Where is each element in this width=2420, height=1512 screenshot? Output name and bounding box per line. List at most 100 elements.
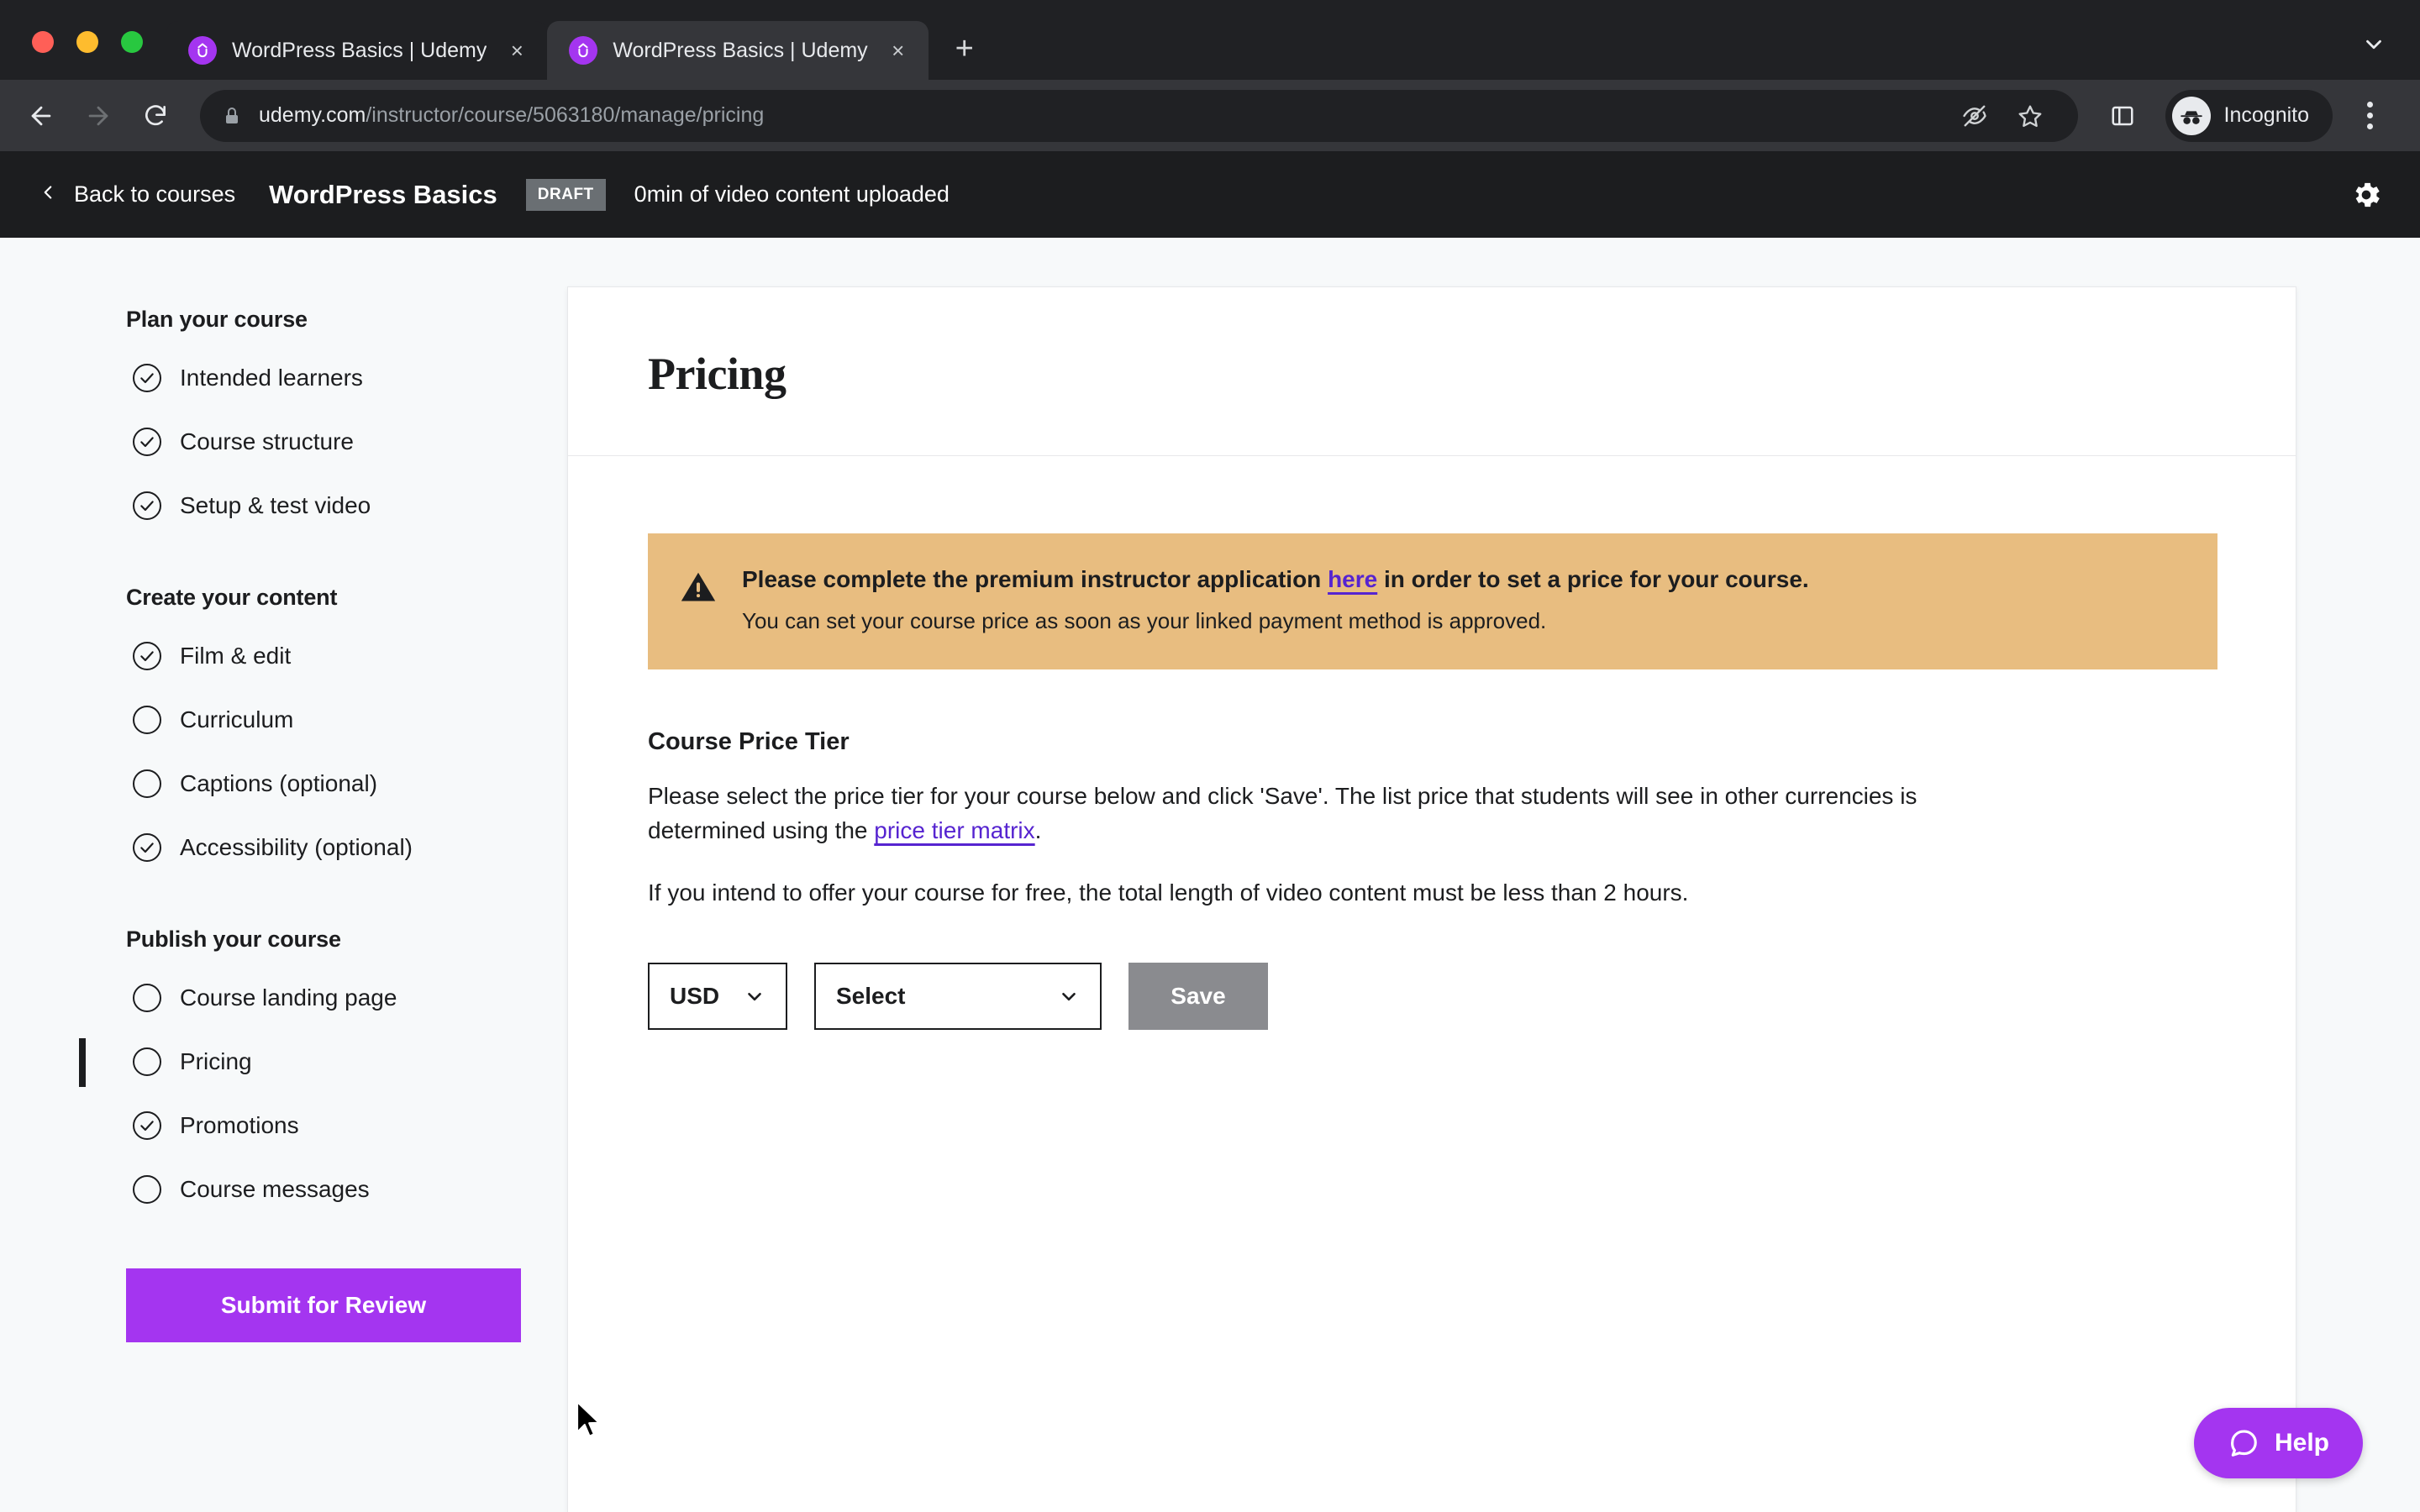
sidebar-item-intended-learners[interactable]: Intended learners bbox=[126, 346, 567, 410]
browser-tab-2[interactable]: WordPress Basics | Udemy × bbox=[547, 21, 929, 80]
sidebar-item-course-messages[interactable]: Course messages bbox=[126, 1158, 567, 1221]
reload-icon[interactable] bbox=[129, 90, 182, 142]
sidebar-item-label: Course landing page bbox=[180, 984, 397, 1011]
sidebar-item-course-structure[interactable]: Course structure bbox=[126, 410, 567, 474]
url-path: /instructor/course/5063180/manage/pricin… bbox=[366, 103, 765, 127]
price-tier-description: Please select the price tier for your co… bbox=[648, 780, 1946, 848]
sidebar-item-captions[interactable]: Captions (optional) bbox=[126, 752, 567, 816]
profile-chip[interactable]: Incognito bbox=[2165, 89, 2333, 142]
window-controls bbox=[0, 31, 166, 80]
sidebar-group-heading: Plan your course bbox=[126, 307, 308, 332]
page-title: Pricing bbox=[648, 349, 786, 399]
udemy-logo-icon bbox=[188, 36, 217, 65]
price-tier-value: Select bbox=[836, 982, 906, 1009]
active-indicator bbox=[79, 1038, 86, 1087]
empty-circle-icon bbox=[133, 706, 161, 734]
submit-for-review-button[interactable]: Submit for Review bbox=[126, 1268, 521, 1342]
sidebar-item-label: Accessibility (optional) bbox=[180, 834, 413, 860]
sidebar-item-label: Setup & test video bbox=[180, 492, 371, 518]
sidebar-item-label: Course messages bbox=[180, 1176, 370, 1202]
alert-secondary-text: You can set your course price as soon as… bbox=[742, 607, 1547, 633]
close-icon[interactable]: × bbox=[502, 35, 532, 66]
sidebar-item-curriculum[interactable]: Curriculum bbox=[126, 688, 567, 752]
sidebar-item-pricing[interactable]: Pricing bbox=[79, 1030, 567, 1094]
sidebar-item-label: Pricing bbox=[180, 1048, 252, 1074]
sidebar-item-label: Intended learners bbox=[180, 365, 363, 391]
alert-text-before: Please complete the premium instructor a… bbox=[742, 566, 1328, 592]
sidebar-item-setup-test-video[interactable]: Setup & test video bbox=[126, 474, 567, 538]
upload-status-text: 0min of video content uploaded bbox=[634, 181, 950, 207]
omnibox-actions bbox=[1949, 90, 2056, 142]
tab-strip: WordPress Basics | Udemy × WordPress Bas… bbox=[0, 0, 2420, 80]
check-circle-icon bbox=[133, 642, 161, 670]
warning-triangle-icon bbox=[680, 569, 717, 610]
lock-icon bbox=[222, 106, 242, 126]
tab-title: WordPress Basics | Udemy bbox=[613, 38, 868, 62]
sidebar-item-course-landing-page[interactable]: Course landing page bbox=[126, 966, 567, 1030]
udemy-logo-icon bbox=[569, 36, 598, 65]
chevron-down-icon[interactable] bbox=[2361, 32, 2386, 61]
empty-circle-icon bbox=[133, 1175, 161, 1204]
eye-off-icon[interactable] bbox=[1949, 90, 2001, 142]
incognito-icon bbox=[2171, 96, 2211, 135]
check-circle-icon bbox=[133, 1111, 161, 1140]
kebab-menu-icon[interactable] bbox=[2346, 92, 2393, 139]
sidebar-item-label: Course structure bbox=[180, 428, 354, 454]
star-icon[interactable] bbox=[2004, 90, 2056, 142]
sidebar-item-label: Curriculum bbox=[180, 706, 294, 732]
address-bar[interactable]: udemy.com/instructor/course/5063180/mana… bbox=[200, 89, 2078, 142]
profile-label: Incognito bbox=[2223, 103, 2309, 127]
course-title: WordPress Basics bbox=[269, 179, 497, 209]
help-button[interactable]: Help bbox=[2193, 1408, 2363, 1478]
price-tier-select[interactable]: Select bbox=[814, 962, 1102, 1030]
save-button[interactable]: Save bbox=[1128, 962, 1268, 1030]
card-header: Pricing bbox=[568, 287, 2296, 456]
minimize-window-button[interactable] bbox=[76, 31, 98, 53]
maximize-window-button[interactable] bbox=[121, 31, 143, 53]
sidebar-item-label: Captions (optional) bbox=[180, 770, 378, 796]
new-tab-button[interactable]: + bbox=[940, 24, 989, 73]
sidebar-item-accessibility[interactable]: Accessibility (optional) bbox=[126, 816, 567, 879]
side-panel-icon[interactable] bbox=[2096, 90, 2149, 142]
course-header: Back to courses WordPress Basics DRAFT 0… bbox=[0, 151, 2420, 238]
browser-toolbar: udemy.com/instructor/course/5063180/mana… bbox=[0, 80, 2420, 151]
pricing-controls: USD Select Save bbox=[648, 962, 2216, 1030]
back-arrow-icon[interactable] bbox=[15, 90, 67, 142]
sidebar-item-label: Film & edit bbox=[180, 643, 292, 669]
empty-circle-icon bbox=[133, 984, 161, 1012]
sidebar-group-publish-your-course: Publish your course Course landing page … bbox=[79, 927, 567, 1221]
browser-window: WordPress Basics | Udemy × WordPress Bas… bbox=[0, 0, 2420, 1512]
sidebar-group-heading: Create your content bbox=[126, 585, 338, 610]
alert-text-block: Please complete the premium instructor a… bbox=[742, 564, 1809, 636]
para-before: Please select the price tier for your co… bbox=[648, 783, 1918, 843]
sidebar-group-plan-your-course: Plan your course Intended learners Cours… bbox=[126, 307, 567, 538]
page-body: Plan your course Intended learners Cours… bbox=[0, 238, 2420, 1512]
premium-instructor-alert: Please complete the premium instructor a… bbox=[648, 533, 2217, 670]
close-window-button[interactable] bbox=[32, 31, 54, 53]
course-nav-sidebar: Plan your course Intended learners Cours… bbox=[0, 286, 567, 1512]
main-content: Pricing Please complete the premium inst… bbox=[567, 286, 2420, 1512]
browser-tab-1[interactable]: WordPress Basics | Udemy × bbox=[166, 21, 548, 80]
chevron-down-icon bbox=[744, 985, 765, 1007]
free-course-note: If you intend to offer your course for f… bbox=[648, 879, 1689, 906]
gear-icon[interactable] bbox=[2349, 178, 2383, 212]
close-icon[interactable]: × bbox=[883, 35, 913, 66]
check-circle-icon bbox=[133, 428, 161, 456]
help-label: Help bbox=[2274, 1429, 2329, 1457]
sidebar-item-film-edit[interactable]: Film & edit bbox=[126, 624, 567, 688]
chevron-down-icon bbox=[1058, 985, 1080, 1007]
status-badge: DRAFT bbox=[525, 178, 606, 211]
currency-value: USD bbox=[670, 982, 720, 1009]
sidebar-item-promotions[interactable]: Promotions bbox=[126, 1094, 567, 1158]
alert-primary-text: Please complete the premium instructor a… bbox=[742, 564, 1809, 596]
back-to-courses-link[interactable]: Back to courses bbox=[37, 181, 235, 208]
check-circle-icon bbox=[133, 833, 161, 862]
premium-application-link[interactable]: here bbox=[1328, 566, 1377, 592]
forward-arrow-icon[interactable] bbox=[72, 90, 124, 142]
page-viewport: Back to courses WordPress Basics DRAFT 0… bbox=[0, 151, 2420, 1512]
sidebar-item-label: Promotions bbox=[180, 1112, 299, 1138]
para-after: . bbox=[1034, 816, 1042, 843]
price-tier-matrix-link[interactable]: price tier matrix bbox=[874, 817, 1034, 843]
currency-select[interactable]: USD bbox=[648, 962, 787, 1030]
tab-strip-actions bbox=[2361, 32, 2420, 80]
